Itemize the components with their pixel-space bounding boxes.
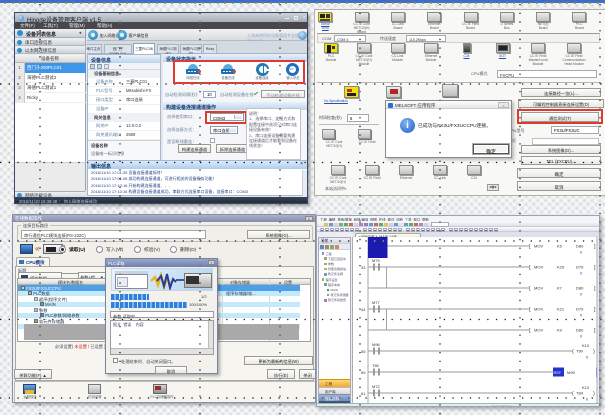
- svg-text:0: 0: [580, 292, 583, 297]
- svg-text:[: [: [529, 286, 531, 292]
- svg-text:D79: D79: [576, 307, 584, 312]
- svg-text:55: 55: [361, 349, 366, 354]
- svg-text:0: 0: [580, 250, 583, 255]
- svg-text:K10: K10: [582, 343, 590, 348]
- svg-text:[: [: [529, 307, 531, 313]
- svg-text:]: ]: [594, 244, 596, 250]
- svg-text:D80: D80: [576, 286, 584, 291]
- svg-text:0: 0: [580, 271, 583, 276]
- svg-text:D80: D80: [576, 244, 584, 249]
- svg-text:): ): [593, 391, 595, 397]
- svg-text:K9: K9: [557, 328, 563, 333]
- svg-text:MOV: MOV: [534, 244, 543, 249]
- svg-text:59: 59: [361, 370, 366, 375]
- svg-text:T80: T80: [372, 363, 380, 368]
- svg-text:]: ]: [594, 307, 596, 313]
- svg-text:M96: M96: [372, 342, 381, 347]
- svg-text:M77: M77: [372, 300, 381, 305]
- svg-text:0: 0: [586, 355, 589, 360]
- svg-text:[: [: [529, 328, 531, 334]
- svg-text:M72: M72: [372, 384, 381, 389]
- svg-text:D80: D80: [576, 328, 584, 333]
- svg-text:[: [: [529, 244, 531, 250]
- svg-text:K29: K29: [557, 265, 565, 270]
- svg-text:MOV: MOV: [534, 265, 543, 270]
- svg-text:0: 0: [580, 313, 583, 318]
- svg-text:]: ]: [594, 265, 596, 271]
- svg-text:(: (: [572, 349, 574, 355]
- svg-text:[: [: [529, 265, 531, 271]
- svg-text:]: ]: [594, 328, 596, 334]
- svg-text:): ): [593, 349, 595, 355]
- svg-text:T90: T90: [576, 349, 584, 354]
- svg-text:K5: K5: [557, 244, 563, 249]
- svg-text:RST: RST: [554, 371, 562, 375]
- svg-text:61: 61: [361, 391, 366, 396]
- svg-text:MOV: MOV: [534, 328, 543, 333]
- svg-text:33: 33: [361, 265, 366, 270]
- svg-text:D79: D79: [576, 265, 584, 270]
- svg-text:M99: M99: [567, 370, 576, 375]
- svg-text:K7: K7: [557, 286, 563, 291]
- svg-text:(: (: [572, 391, 574, 397]
- svg-text:M79: M79: [372, 258, 381, 263]
- svg-text:MOV: MOV: [534, 307, 543, 312]
- svg-text:K10: K10: [582, 385, 590, 390]
- svg-text:44: 44: [361, 307, 366, 312]
- svg-text:MOV: MOV: [534, 286, 543, 291]
- svg-text:]: ]: [594, 286, 596, 292]
- svg-text:0: 0: [586, 397, 589, 402]
- svg-text:0: 0: [580, 334, 583, 339]
- svg-text:K21: K21: [557, 307, 565, 312]
- svg-text:T84: T84: [576, 391, 584, 396]
